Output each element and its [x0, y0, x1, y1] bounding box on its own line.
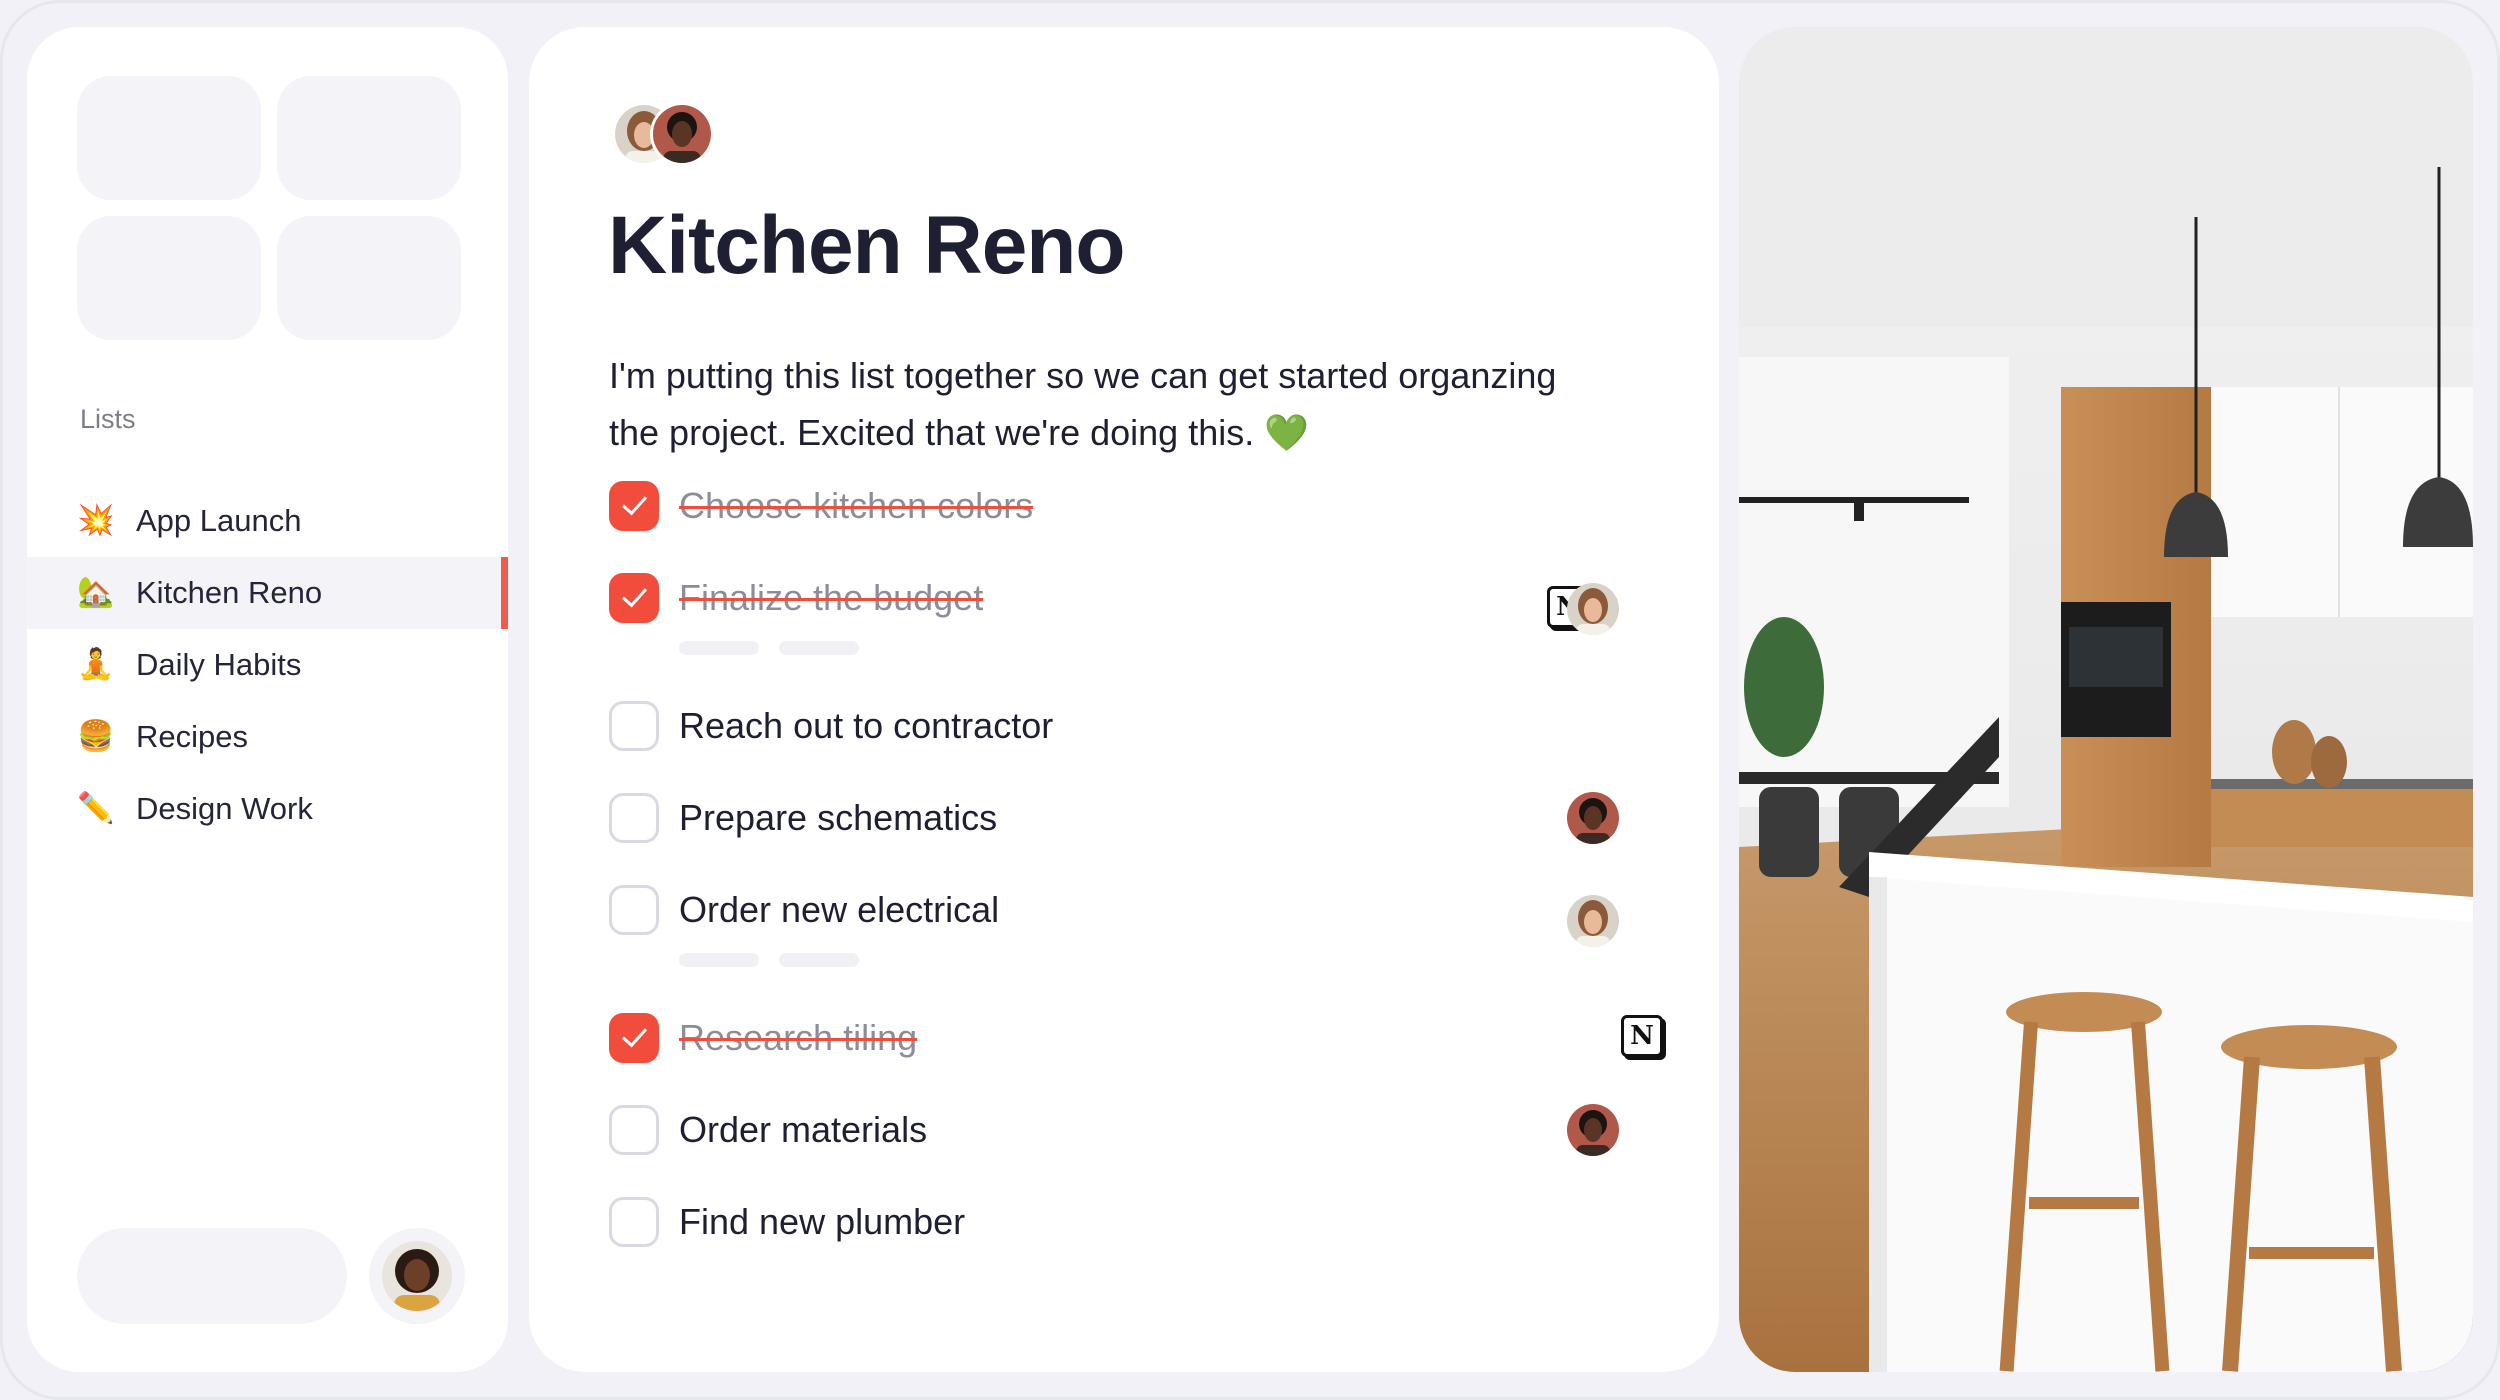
task-label[interactable]: Finalize the budget [679, 573, 983, 623]
task-item: Reach out to contractor [609, 695, 1669, 755]
avatar [382, 1241, 452, 1311]
task-item: Choose kitchen colors [609, 475, 1669, 535]
subtask-placeholder [679, 953, 759, 967]
assignee-avatar[interactable] [1567, 583, 1619, 635]
meditation-icon: 🧘 [77, 648, 115, 681]
shortcut-tile[interactable] [77, 216, 261, 340]
list-description: I'm putting this list together so we can… [609, 355, 1557, 453]
sidebar-item-label: App Launch [136, 503, 302, 538]
kitchen-photo [1739, 27, 2473, 1372]
task-item: Prepare schematics [609, 787, 1669, 847]
task-label[interactable]: Order new electrical [679, 885, 999, 935]
task-label[interactable]: Order materials [679, 1105, 927, 1155]
sidebar-item-label: Daily Habits [136, 647, 302, 682]
notion-glyph: N [1630, 1021, 1654, 1051]
assignee-avatar[interactable] [1567, 895, 1619, 947]
assignee-avatar[interactable] [1567, 1104, 1619, 1156]
shortcut-tile[interactable] [77, 76, 261, 200]
task-item: Research tiling N [609, 1007, 1669, 1067]
sidebar-item-label: Recipes [136, 719, 248, 754]
subtask-placeholder [779, 641, 859, 655]
task-checkbox[interactable] [609, 701, 659, 751]
sidebar-item-label: Design Work [136, 791, 313, 826]
task-label[interactable]: Choose kitchen colors [679, 481, 1033, 531]
assignee-avatar[interactable] [1567, 792, 1619, 844]
sidebar-item-app-launch[interactable]: 💥 App Launch [27, 485, 508, 557]
task-checkbox[interactable] [609, 793, 659, 843]
task-item: Order materials [609, 1099, 1669, 1159]
collision-icon: 💥 [77, 504, 115, 537]
list-nav: 💥 App Launch 🏡 Kitchen Reno 🧘 Daily Habi… [27, 485, 508, 845]
task-label[interactable]: Prepare schematics [679, 793, 997, 843]
avatar[interactable] [650, 102, 714, 166]
sidebar-item-daily-habits[interactable]: 🧘 Daily Habits [27, 629, 508, 701]
task-label[interactable]: Research tiling [679, 1013, 917, 1063]
house-icon: 🏡 [77, 576, 115, 609]
subtask-placeholder [679, 641, 759, 655]
task-checkbox[interactable] [609, 1197, 659, 1247]
lists-section-label: Lists [80, 404, 136, 434]
sidebar-item-label: Kitchen Reno [136, 575, 323, 610]
subtask-placeholder [779, 953, 859, 967]
task-checkbox[interactable] [609, 885, 659, 935]
task-checkbox[interactable] [609, 1013, 659, 1063]
task-label[interactable]: Reach out to contractor [679, 701, 1053, 751]
sidebar-item-recipes[interactable]: 🍔 Recipes [27, 701, 508, 773]
task-item: Find new plumber [609, 1191, 1669, 1251]
task-label[interactable]: Find new plumber [679, 1197, 965, 1247]
sidebar-item-design-work[interactable]: ✏️ Design Work [27, 773, 508, 845]
list-detail-card: Kitchen Reno I'm putting this list toget… [529, 27, 1719, 1372]
sidebar: Lists 💥 App Launch 🏡 Kitchen Reno 🧘 Dail… [27, 27, 508, 1372]
notion-icon[interactable]: N [1621, 1015, 1663, 1057]
sidebar-action-pill[interactable] [77, 1228, 347, 1324]
page-title: Kitchen Reno [608, 200, 1125, 291]
task-item: Finalize the budget N [609, 567, 1669, 667]
task-item: Order new electrical [609, 879, 1669, 979]
pencil-icon: ✏️ [77, 792, 115, 825]
burger-icon: 🍔 [77, 720, 115, 753]
shortcut-tile[interactable] [277, 76, 461, 200]
task-checkbox[interactable] [609, 1105, 659, 1155]
shortcut-tile[interactable] [277, 216, 461, 340]
collaborator-avatars [612, 102, 722, 168]
sidebar-item-kitchen-reno[interactable]: 🏡 Kitchen Reno [27, 557, 508, 629]
current-user-avatar[interactable] [369, 1228, 465, 1324]
task-checkbox[interactable] [609, 481, 659, 531]
task-checkbox[interactable] [609, 573, 659, 623]
